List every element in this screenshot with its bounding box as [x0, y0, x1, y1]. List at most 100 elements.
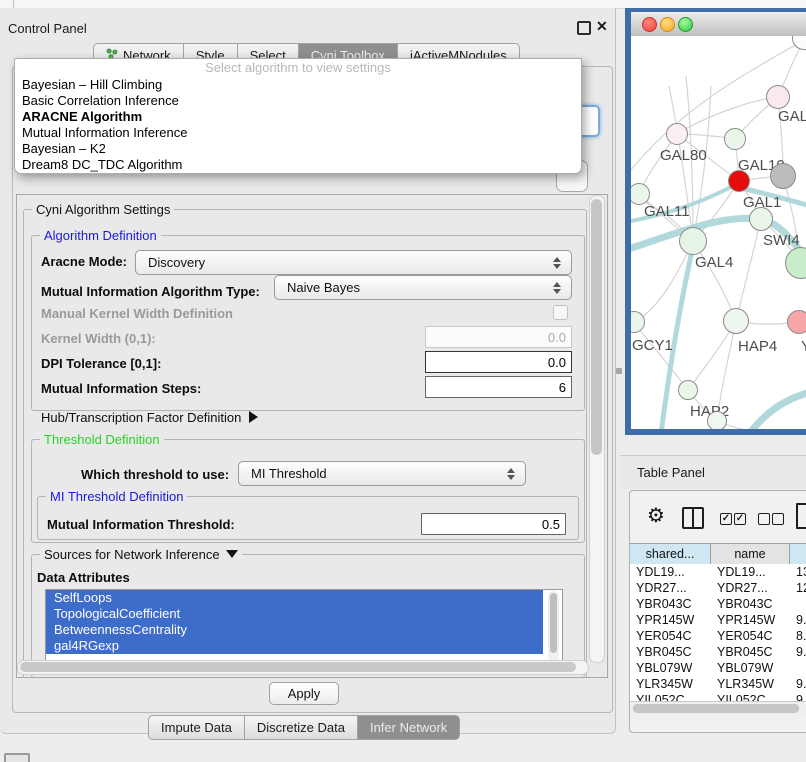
attribute-item[interactable]: gal4RGexp [46, 638, 543, 654]
close-icon[interactable]: ✕ [596, 18, 608, 35]
table-horizontal-scrollbar[interactable] [630, 701, 806, 715]
table-cell: YDR27... [711, 580, 790, 596]
which-threshold-combo[interactable]: MI Threshold [238, 461, 526, 486]
kernel-width-input[interactable] [425, 326, 572, 348]
table-cell: YDL19... [711, 564, 790, 580]
algorithm-option[interactable]: ARACNE Algorithm [15, 109, 581, 125]
node-gal4[interactable] [679, 227, 707, 255]
node-gal80[interactable] [666, 123, 688, 145]
node-label: GAL [778, 108, 806, 125]
node-gal10[interactable] [724, 128, 746, 150]
data-attributes-label: Data Attributes [37, 570, 130, 585]
node-y[interactable] [787, 310, 806, 334]
algorithm-option[interactable]: Dream8 DC_TDC Algorithm [15, 157, 581, 173]
node-swi4[interactable] [749, 207, 773, 231]
algorithm-option[interactable]: Bayesian – Hill Climbing [15, 77, 581, 93]
column-header[interactable]: A [790, 544, 806, 564]
tab-discretize-data[interactable]: Discretize Data [244, 715, 357, 740]
table-row[interactable]: YLR345WYLR345W9. [630, 676, 806, 692]
close-traffic-light-icon[interactable] [642, 17, 657, 32]
threshold-definition-title: Threshold Definition [40, 432, 164, 447]
table-cell: YLR345W [711, 676, 790, 692]
checked-checkbox-icon[interactable]: ✓ [720, 513, 732, 525]
algorithm-option[interactable]: Mutual Information Inference [15, 125, 581, 141]
table-panel: ⚙ ✓ ✓ shared...nameA YDL19...YDL19...13Y… [629, 490, 806, 733]
unchecked-checkbox-icon[interactable] [758, 513, 770, 525]
table-cell [790, 596, 806, 612]
attribute-item[interactable]: TopologicalCoefficient [46, 606, 543, 622]
manual-kernel-checkbox[interactable] [553, 305, 568, 320]
cyni-mode-tabs: Impute Data Discretize DataInfer Network [148, 715, 460, 740]
attribute-item[interactable]: SelfLoops [46, 590, 543, 606]
apply-button[interactable]: Apply [269, 682, 339, 705]
node-hap4[interactable] [723, 308, 749, 334]
network-window-titlebar[interactable] [631, 12, 806, 37]
file-icon[interactable] [796, 503, 806, 529]
tab-label: Impute Data [161, 719, 232, 736]
table-row[interactable]: YER054CYER054C8. [630, 628, 806, 644]
node-label: GCY1 [632, 337, 673, 354]
mi-threshold-input[interactable] [421, 513, 566, 535]
combo-arrows-icon [547, 282, 571, 294]
hub-definition-label: Hub/Transcription Factor Definition [41, 410, 241, 425]
settings-horizontal-scroll-thumb[interactable] [20, 662, 576, 672]
table-row[interactable]: YBR045CYBR045C9. [630, 644, 806, 660]
aracne-mode-value: Discovery [136, 255, 547, 270]
table-horizontal-scroll-thumb[interactable] [633, 704, 799, 713]
table-cell [790, 660, 806, 676]
unchecked-checkbox-icon[interactable] [772, 513, 784, 525]
attribute-item[interactable]: BetweennessCentrality [46, 622, 543, 638]
minimize-traffic-light-icon[interactable] [660, 17, 675, 32]
table-row[interactable]: YBL079WYBL079W [630, 660, 806, 676]
table-cell: YBL079W [630, 660, 711, 676]
zoom-traffic-light-icon[interactable] [678, 17, 693, 32]
node-gal[interactable] [766, 85, 790, 109]
network-canvas[interactable]: GALGAL80GAL10GAL1GAL11SWI4GAL4GCY1HAP4YH… [631, 36, 806, 429]
mi-steps-input[interactable] [425, 376, 572, 398]
mi-algorithm-type-combo[interactable]: Naive Bayes [274, 275, 572, 300]
node[interactable] [707, 411, 727, 429]
data-attributes-list[interactable]: SelfLoopsTopologicalCoefficientBetweenne… [45, 589, 563, 665]
bottom-left-panel-icon[interactable] [4, 753, 30, 762]
table-row[interactable]: YBR043CYBR043C [630, 596, 806, 612]
mi-steps-label: Mutual Information Steps: [41, 381, 201, 396]
tab-infer-network[interactable]: Infer Network [357, 715, 460, 740]
split-pane-handle[interactable] [616, 368, 622, 374]
node[interactable] [770, 163, 796, 189]
tab-impute-data[interactable]: Impute Data [148, 715, 244, 740]
node-hap2[interactable] [678, 380, 698, 400]
algorithm-option[interactable]: Basic Correlation Inference [15, 93, 581, 109]
hub-definition-toggle[interactable]: Hub/Transcription Factor Definition [41, 410, 258, 425]
table-cell: 12 [790, 580, 806, 596]
mi-algorithm-type-label: Mutual Information Algorithm Type: [41, 284, 260, 299]
table-header-row: shared...nameA [630, 543, 806, 565]
gear-icon[interactable]: ⚙ [647, 503, 665, 527]
settings-vertical-scroll-thumb[interactable] [591, 199, 602, 455]
screen: Control Panel ✕ NetworkStyleSelectCyni T… [0, 0, 806, 762]
combo-arrows-icon [547, 257, 571, 269]
checked-checkbox-icon[interactable]: ✓ [734, 513, 746, 525]
algorithm-option[interactable]: Bayesian – K2 [15, 141, 581, 157]
which-threshold-label: Which threshold to use: [81, 467, 229, 482]
table-row[interactable]: YDL19...YDL19...13 [630, 564, 806, 580]
column-layout-icon[interactable] [682, 507, 704, 529]
table-row[interactable]: YDR27...YDR27...12 [630, 580, 806, 596]
table-cell: YDL19... [630, 564, 711, 580]
dpi-tolerance-input[interactable] [425, 351, 572, 373]
node-label: GAL4 [695, 254, 733, 271]
aracne-mode-combo[interactable]: Discovery [135, 250, 572, 275]
kernel-width-label: Kernel Width (0,1): [41, 331, 156, 346]
table-cell: 8. [790, 628, 806, 644]
table-cell: 9. [790, 644, 806, 660]
table-cell: YLR345W [630, 676, 711, 692]
node-label: Y [801, 338, 806, 355]
column-header[interactable]: name [711, 544, 790, 564]
node-label: SWI4 [763, 232, 800, 249]
table-panel-title: Table Panel [637, 465, 705, 480]
float-window-icon[interactable] [577, 21, 591, 35]
node-gal1[interactable] [728, 170, 750, 192]
attributes-list-scroll-thumb[interactable] [550, 593, 557, 653]
column-header[interactable]: shared... [630, 544, 711, 564]
table-row[interactable]: YPR145WYPR145W9. [630, 612, 806, 628]
expanded-arrow-icon[interactable] [226, 550, 238, 558]
